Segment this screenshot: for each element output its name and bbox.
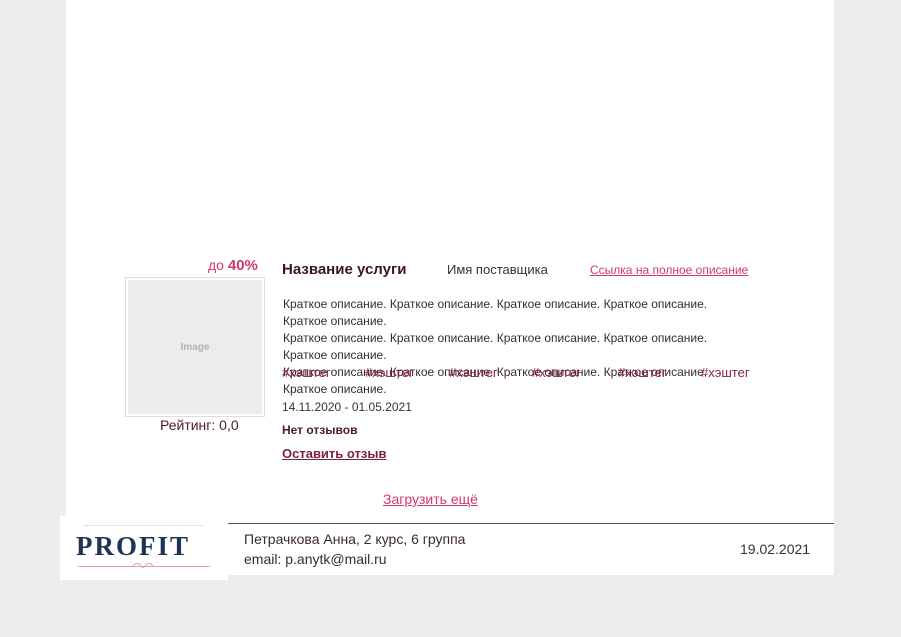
- email-info: email: p.anytk@mail.ru: [244, 551, 387, 567]
- rating: Рейтинг: 0,0: [160, 417, 239, 433]
- full-description-link[interactable]: Ссылка на полное описание: [590, 263, 748, 277]
- logo-ornament-icon: [132, 563, 154, 568]
- student-info: Петрачкова Анна, 2 курс, 6 группа: [244, 531, 466, 547]
- image-placeholder-label: Image: [180, 341, 210, 353]
- footer-divider: [228, 523, 834, 524]
- description-line: Краткое описание. Краткое описание. Крат…: [283, 365, 708, 396]
- hashtag[interactable]: #хэштег: [449, 365, 498, 380]
- discount-prefix: до: [208, 257, 224, 273]
- discount-value: 40%: [227, 257, 258, 274]
- discount-badge: до 40%: [208, 257, 258, 274]
- service-title: Название услуги: [282, 261, 407, 278]
- service-image: Image: [126, 278, 264, 416]
- load-more-link[interactable]: Загрузить ещё: [383, 491, 478, 507]
- logo-text: PROFIT: [76, 531, 191, 561]
- hashtag[interactable]: #хэштег: [282, 365, 331, 380]
- hashtag[interactable]: #хэштег: [532, 365, 581, 380]
- hashtag[interactable]: #хэштег: [618, 365, 667, 380]
- service-dates: 14.11.2020 - 01.05.2021: [282, 400, 412, 414]
- provider-name: Имя поставщика: [447, 262, 548, 277]
- description-line: Краткое описание. Краткое описание. Крат…: [283, 297, 708, 328]
- logo-decoration: [84, 525, 204, 528]
- leave-review-link[interactable]: Оставить отзыв: [282, 446, 386, 461]
- description-line: Краткое описание. Краткое описание. Крат…: [283, 331, 708, 362]
- footer-date: 19.02.2021: [740, 541, 811, 557]
- hashtag[interactable]: #хэштег: [365, 365, 414, 380]
- reviews-status: Нет отзывов: [282, 423, 358, 437]
- short-description: Краткое описание. Краткое описание. Крат…: [283, 296, 753, 398]
- hashtag[interactable]: #хэштег: [701, 365, 750, 380]
